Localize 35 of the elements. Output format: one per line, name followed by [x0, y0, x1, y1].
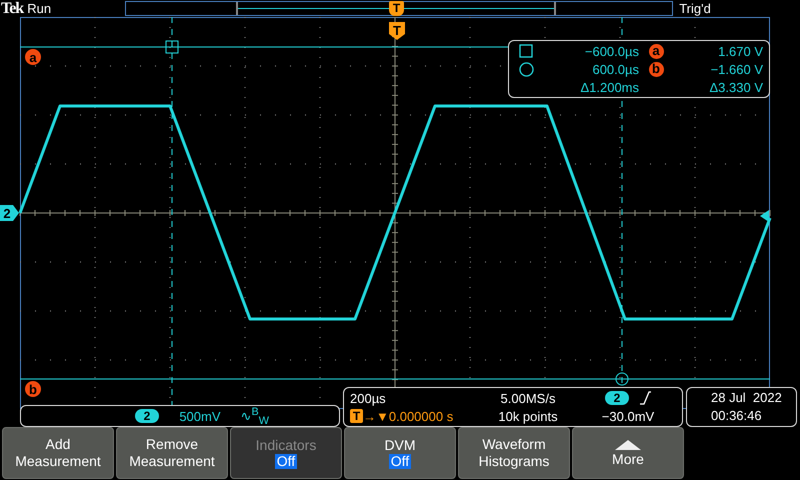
channel-badge: 2 — [134, 409, 160, 423]
cursor-value: 1.670 V — [717, 44, 763, 58]
date-time-panel[interactable]: 28 Jul 2022 00:36:46 — [686, 387, 797, 427]
acquisition-status: Run — [27, 0, 52, 17]
date-text: 28 Jul 2022 — [711, 389, 783, 407]
cursor-time: −600.0µs — [584, 44, 639, 58]
cursor-label: a — [648, 44, 664, 58]
trigger-position-marker: T — [389, 1, 404, 16]
trigger-badge: T — [350, 409, 363, 423]
cursor-label: b — [648, 62, 664, 76]
menu-button[interactable]: DVM Off — [344, 427, 456, 479]
time-text: 00:36:46 — [711, 407, 763, 425]
trigger-status: Trig'd — [679, 0, 711, 17]
channel-marker-label: 2 — [3, 206, 11, 221]
cursor-time: 600.0µs — [591, 62, 639, 76]
time-scale: 200µs — [350, 390, 387, 406]
record-length: 10k points — [497, 408, 559, 424]
brand-logo: Tek — [1, 0, 24, 17]
cursor-value: −1.660 V — [710, 62, 763, 76]
menu-button[interactable]: Remove Measurement — [116, 427, 228, 479]
menu-button[interactable]: Waveform Histograms — [458, 427, 570, 479]
sample-rate: 5.00MS/s — [500, 390, 556, 406]
horizontal-settings-panel[interactable]: 200µs 5.00MS/s 2 T →▼0.000000 s 10k points −30.0mV — [343, 387, 683, 427]
menu-button[interactable]: Add Measurement — [2, 427, 114, 479]
trigger-marker-label: T — [393, 23, 401, 38]
cursor-label: a — [29, 50, 37, 65]
cursor-time: Δ1.200ms — [579, 80, 639, 94]
position-arrows: →▼ — [363, 408, 389, 424]
cursor-value: Δ3.330 V — [708, 80, 763, 94]
menu-button[interactable]: More — [572, 427, 684, 479]
trigger-level: −30.0mV — [600, 408, 656, 424]
trigger-position: 0.000000 s — [388, 408, 454, 424]
cursor-label: b — [29, 382, 37, 397]
vertical-scale: 500mV — [179, 408, 221, 424]
trigger-channel-badge: 2 — [604, 391, 630, 405]
